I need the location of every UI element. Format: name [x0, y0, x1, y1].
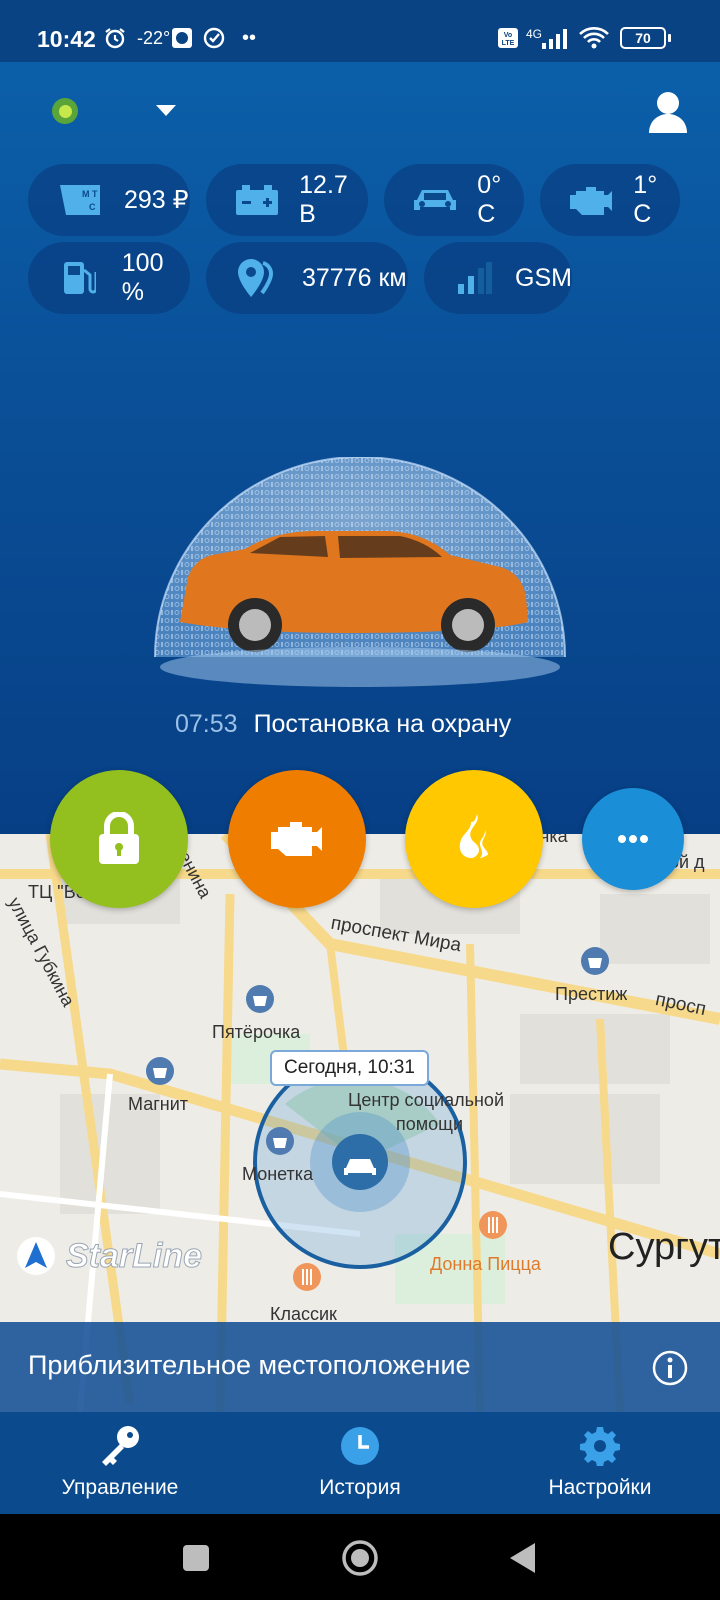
chip-value: 12.7 В [299, 171, 348, 228]
mts-operator-icon: М Т С [50, 180, 110, 220]
user-icon [649, 92, 687, 133]
key-icon [102, 1426, 139, 1466]
more-button[interactable] [582, 788, 684, 890]
event-text: Постановка на охрану [253, 710, 512, 738]
engine-start-button[interactable] [228, 770, 366, 908]
map-label: Центр социальной [348, 1090, 504, 1110]
car-icon [406, 180, 463, 220]
chip-value: GSM [515, 263, 572, 292]
chip-value: 1° C [633, 171, 658, 228]
recents-icon[interactable] [182, 1544, 210, 1572]
chip-value: 293 ₽ [124, 186, 189, 214]
engine-icon [562, 180, 619, 220]
location-time-callout[interactable]: Сегодня, 10:31 [270, 1050, 429, 1086]
alarm-clock-icon [103, 26, 127, 50]
map-label: Пятёрочка [212, 1022, 301, 1042]
shop-marker-icon[interactable] [145, 1056, 175, 1086]
info-icon[interactable] [652, 1350, 688, 1386]
cell-signal-icon [540, 26, 570, 50]
restaurant-marker-icon[interactable] [478, 1210, 508, 1240]
svg-text:С: С [89, 202, 96, 212]
battery-level: 70 [620, 27, 666, 49]
approximate-location-bar[interactable]: Приблизительное местоположение [0, 1322, 720, 1412]
signal-icon [446, 258, 501, 298]
nav-control[interactable]: Управление [0, 1412, 240, 1514]
clock-icon [341, 1427, 379, 1465]
more-dots-icon [618, 835, 648, 843]
wifi-icon [578, 26, 610, 50]
vehicle-selector-dropdown[interactable] [156, 104, 176, 122]
flame-icon [459, 814, 488, 858]
map-label: Сургут [608, 1226, 720, 1268]
starline-logo: StarLine [16, 1236, 203, 1276]
chip-value: 37776 км [302, 263, 407, 292]
map-label: Монетка [242, 1164, 314, 1184]
cabin-temp-chip[interactable]: 0° C [384, 164, 524, 236]
battery-voltage-chip[interactable]: 12.7 В [206, 164, 368, 236]
lock-icon [99, 812, 139, 864]
balance-chip[interactable]: М Т С 293 ₽ [28, 164, 190, 236]
location-pin-icon [228, 258, 288, 298]
restaurant-marker-icon[interactable] [292, 1262, 322, 1292]
chip-value: 100 % [121, 249, 164, 306]
last-event: 07:53 Постановка на охрану [175, 710, 511, 739]
shop-marker-icon[interactable] [580, 946, 610, 976]
map-label: Донна Пицца [430, 1254, 541, 1274]
engine-temp-chip[interactable]: 1° C [540, 164, 680, 236]
system-navigation-bar [0, 1514, 720, 1600]
map-label: помощи [396, 1114, 464, 1134]
vehicle-dome-image [150, 456, 570, 689]
clock: 10:42 [37, 26, 96, 52]
map-label: чка [540, 834, 568, 846]
nav-settings[interactable]: Настройки [480, 1412, 720, 1514]
nav-label: Настройки [548, 1476, 652, 1499]
lock-button[interactable] [50, 770, 188, 908]
fuel-chip[interactable]: 100 % [28, 242, 190, 314]
svg-text:Vo: Vo [504, 32, 512, 39]
shop-marker-icon[interactable] [265, 1126, 295, 1156]
home-icon[interactable] [341, 1539, 379, 1577]
nav-label: Управление [61, 1476, 179, 1499]
chevron-down-icon [156, 105, 176, 116]
mileage-chip[interactable]: 37776 км [206, 242, 408, 314]
shop-marker-icon[interactable] [245, 984, 275, 1014]
gsm-signal-chip[interactable]: GSM [424, 242, 572, 314]
nav-label: История [319, 1476, 401, 1499]
map-label: Магнит [128, 1094, 189, 1114]
app-notification-icon [170, 26, 194, 50]
gear-icon [580, 1427, 620, 1466]
battery-status-icon: 70 [620, 26, 671, 50]
check-circle-icon [202, 26, 226, 50]
nav-history[interactable]: История [240, 1412, 480, 1514]
temperature-label: -22° [137, 27, 171, 48]
svg-text:LTE: LTE [502, 40, 515, 47]
back-icon[interactable] [508, 1542, 536, 1574]
chip-value: 0° C [477, 171, 502, 228]
status-bar: 10:42 -22° •• Vo LTE 4G 70 [0, 0, 720, 62]
event-time: 07:53 [175, 710, 238, 738]
engine-icon [271, 822, 322, 856]
approximate-location-text: Приблизительное местоположение [28, 1350, 471, 1380]
connection-status-indicator [52, 98, 78, 124]
fuel-pump-icon [50, 258, 108, 298]
vehicle-panel: М Т С 293 ₽ 12.7 В 0° C 1° C 100 % 37776 … [0, 62, 720, 834]
svg-text:М Т: М Т [82, 189, 98, 199]
starline-logo-text: StarLine [65, 1236, 203, 1275]
battery-icon [228, 180, 285, 220]
map-label: Престиж [555, 984, 628, 1004]
bottom-navigation: Управление История Настройки [0, 1412, 720, 1514]
profile-button[interactable] [648, 90, 688, 139]
more-notifications-icon: •• [242, 26, 257, 49]
navigation-arrow-icon [17, 1237, 55, 1275]
volte-icon: Vo LTE [497, 26, 519, 50]
heater-button[interactable] [405, 770, 543, 908]
